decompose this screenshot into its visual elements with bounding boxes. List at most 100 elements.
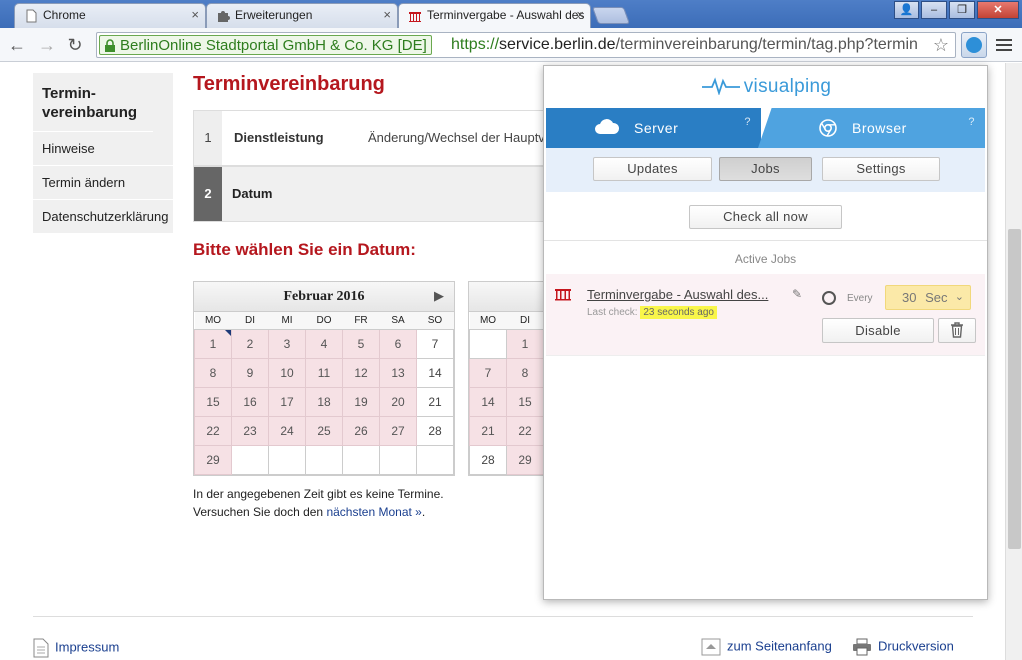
visualping-extension-button[interactable] [961, 32, 987, 58]
reload-button[interactable]: ↻ [64, 34, 86, 56]
sidebar-title[interactable]: Termin-vereinbarung [33, 73, 153, 132]
check-all-now-button[interactable]: Check all now [689, 205, 842, 229]
active-jobs-heading: Active Jobs [734, 252, 797, 266]
berlin-bear-favicon-icon [409, 12, 421, 22]
pencil-edit-icon[interactable]: ✎ [792, 287, 802, 301]
calendar-day: 10 [268, 357, 306, 388]
pulse-icon [701, 77, 740, 96]
tab-terminvergabe[interactable]: Terminvergabe - Auswahl des × [398, 3, 591, 28]
notice-line: In der angegebenen Zeit gibt es keine Te… [193, 487, 444, 501]
ev-certificate-chip[interactable]: BerlinOnline Stadtportal GmbH & Co. KG [… [99, 35, 432, 55]
tab-close-icon[interactable]: × [383, 4, 391, 26]
new-tab-button[interactable] [591, 7, 631, 24]
calendar-header: Februar 2016 ▶ [194, 282, 454, 312]
interval-select[interactable]: 30 Sec ⌄ [885, 285, 971, 310]
chrome-menu-icon[interactable] [996, 36, 1012, 54]
calendar-day: 20 [379, 386, 417, 417]
step-label: Dienstleistung [234, 130, 324, 145]
calendar-day: 1 [194, 328, 232, 359]
maximize-button[interactable]: ❐ [949, 1, 975, 19]
calendar-day-empty [469, 328, 507, 359]
step-label: Datum [232, 186, 273, 201]
weekday-header: SO [416, 312, 454, 330]
back-button[interactable]: ← [6, 34, 28, 56]
berlin-bear-favicon-icon [555, 289, 571, 301]
clock-icon [822, 291, 836, 305]
visualping-logo: visualping [544, 76, 989, 98]
tab-chrome[interactable]: Chrome × [14, 3, 206, 28]
calendar-day: 13 [379, 357, 417, 388]
weekday-header: FR [342, 312, 380, 330]
weekday-header: DI [231, 312, 269, 330]
calendar-grid: MO DI MI DO FR SA SO 1 2 3 4 5 6 7 8 9 1… [194, 312, 454, 475]
mode-server-tab[interactable]: Server ? [546, 108, 761, 148]
minimize-button[interactable]: – [921, 1, 947, 19]
calendar-day: 15 [194, 386, 232, 417]
print-version-link[interactable]: Druckversion [852, 638, 954, 656]
calendar-day: 3 [268, 328, 306, 359]
job-title-link[interactable]: Terminvergabe - Auswahl des... [587, 287, 768, 302]
calendar-february: Februar 2016 ▶ MO DI MI DO FR SA SO 1 2 … [193, 281, 455, 476]
forward-button[interactable]: → [36, 34, 58, 56]
calendar-day: 24 [268, 415, 306, 446]
help-icon[interactable]: ? [968, 108, 975, 142]
delete-job-button[interactable] [938, 318, 976, 343]
back-to-top-label: zum Seitenanfang [727, 638, 832, 654]
date-prompt-heading: Bitte wählen Sie ein Datum: [193, 240, 416, 259]
url-scheme: https:// [451, 36, 500, 53]
address-bar[interactable]: BerlinOnline Stadtportal GmbH & Co. KG [… [96, 32, 956, 58]
calendar-day: 8 [194, 357, 232, 388]
next-month-arrow-icon[interactable]: ▶ [434, 282, 444, 312]
calendar-day: 21 [469, 415, 507, 446]
calendar-day: 22 [194, 415, 232, 446]
mode-browser-tab[interactable]: Browser ? [758, 108, 985, 148]
calendar-day: 7 [469, 357, 507, 388]
calendar-day: 19 [342, 386, 380, 417]
disable-job-button[interactable]: Disable [822, 318, 934, 343]
tab-close-icon[interactable]: × [191, 4, 199, 26]
tab-chrome-title: Chrome [43, 8, 86, 22]
updates-tab-button[interactable]: Updates [593, 157, 712, 181]
calendar-day: 12 [342, 357, 380, 388]
close-window-button[interactable]: ✕ [977, 1, 1019, 19]
calendar-month-label: Februar 2016 [283, 289, 365, 304]
tab-extensions[interactable]: Erweiterungen × [206, 3, 398, 28]
calendar-day: 28 [469, 444, 507, 475]
weekday-header: DO [305, 312, 343, 330]
jobs-tab-button[interactable]: Jobs [719, 157, 812, 181]
settings-tab-button[interactable]: Settings [822, 157, 940, 181]
chevron-down-icon: ⌄ [954, 291, 964, 303]
calendar-day: 29 [506, 444, 544, 475]
calendar-day: 15 [506, 386, 544, 417]
visualping-logo-text: visualping [743, 76, 832, 97]
sidebar-item-hinweise[interactable]: Hinweise [33, 132, 173, 166]
cloud-icon [595, 119, 620, 134]
help-icon[interactable]: ? [744, 102, 751, 142]
scrollbar-thumb[interactable] [1008, 229, 1021, 549]
trash-icon [951, 322, 963, 338]
calendar-day: 17 [268, 386, 306, 417]
notice-line: Versuchen Sie doch den nächsten Monat ». [193, 503, 444, 521]
impressum-link[interactable]: Impressum [33, 638, 119, 658]
bookmark-star-icon[interactable]: ☆ [933, 35, 949, 56]
tab-close-icon[interactable]: × [576, 4, 584, 26]
step-value: Änderung/Wechsel der Hauptv [368, 130, 545, 145]
sidebar-item-termin-aendern[interactable]: Termin ändern [33, 166, 173, 200]
calendar-day: 22 [506, 415, 544, 446]
sidebar-item-datenschutz[interactable]: Datenschutzerklärung [33, 200, 173, 234]
next-month-link[interactable]: nächsten Monat » [326, 505, 421, 519]
user-icon[interactable]: 👤 [894, 1, 919, 19]
arrow-up-box-icon [701, 638, 721, 656]
calendar-day-empty [379, 444, 417, 475]
divider [544, 240, 987, 241]
job-last-check: Last check: 23 seconds ago [587, 306, 717, 319]
weekday-header: MO [469, 312, 507, 330]
url-text[interactable]: https://service.berlin.de/terminvereinba… [451, 35, 926, 55]
ev-certificate-label: BerlinOnline Stadtportal GmbH & Co. KG [… [120, 37, 427, 54]
calendar-day: 18 [305, 386, 343, 417]
tab-bar: Chrome × Erweiterungen × Terminvergabe -… [0, 0, 1022, 28]
back-to-top-link[interactable]: zum Seitenanfang [701, 638, 832, 656]
page-scrollbar[interactable] [1005, 63, 1022, 660]
url-host: service.berlin.de [499, 36, 616, 53]
step-datum: 2 Datum [193, 166, 553, 222]
